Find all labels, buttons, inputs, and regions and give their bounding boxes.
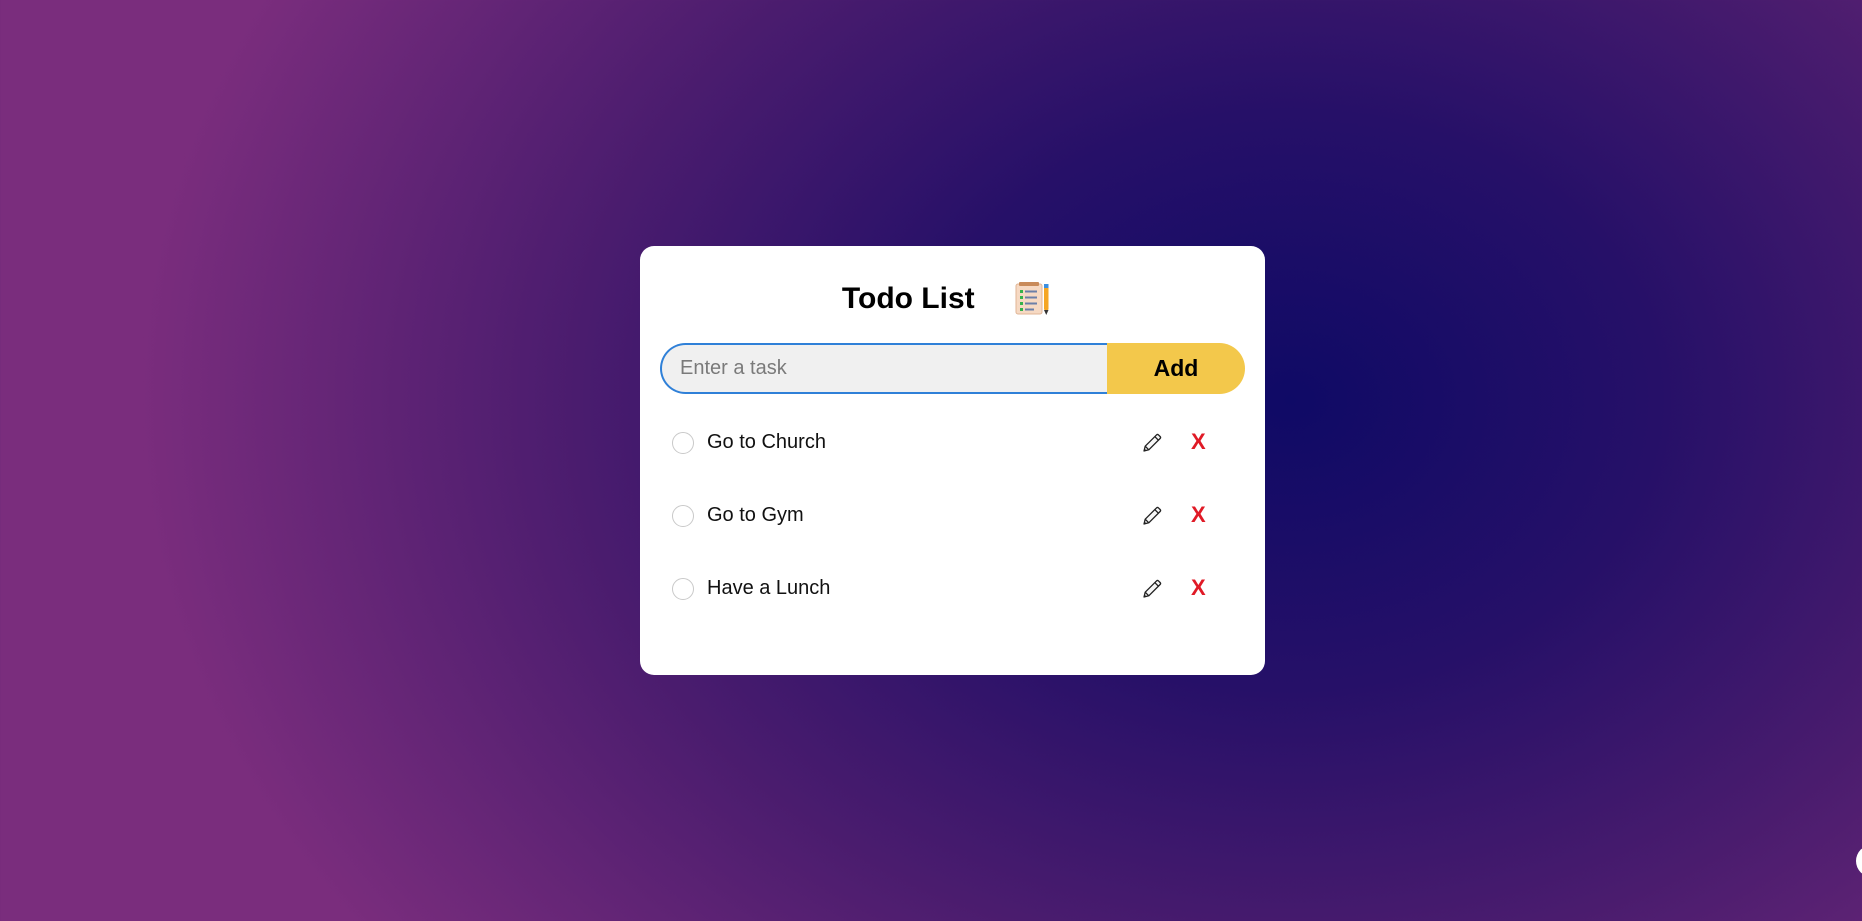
list-item: Have a Lunch X	[640, 566, 1265, 639]
delete-button[interactable]: X	[1191, 501, 1206, 529]
list-item: Go to Church X	[640, 420, 1265, 493]
checklist-notepad-icon	[1013, 282, 1051, 316]
list-item: Go to Gym X	[640, 493, 1265, 566]
todo-list: Go to Church X Go to Gym X Have a Lunch …	[640, 420, 1265, 639]
delete-button[interactable]: X	[1191, 574, 1206, 602]
task-input[interactable]	[660, 343, 1108, 394]
task-text: Go to Gym	[707, 504, 804, 526]
title-row: Todo List	[640, 282, 1265, 322]
pencil-icon[interactable]	[1140, 431, 1164, 455]
pencil-icon[interactable]	[1140, 577, 1164, 601]
delete-button[interactable]: X	[1191, 428, 1206, 456]
task-text: Go to Church	[707, 431, 826, 453]
task-text: Have a Lunch	[707, 577, 831, 599]
page-title: Todo List	[841, 282, 975, 315]
task-checkbox[interactable]	[672, 432, 694, 454]
add-button[interactable]: Add	[1107, 343, 1245, 394]
task-checkbox[interactable]	[672, 505, 694, 527]
task-checkbox[interactable]	[672, 578, 694, 600]
pencil-icon[interactable]	[1140, 504, 1164, 528]
floating-action-button[interactable]	[1856, 845, 1862, 877]
todo-card: Todo List Add Go to Church	[640, 246, 1265, 675]
